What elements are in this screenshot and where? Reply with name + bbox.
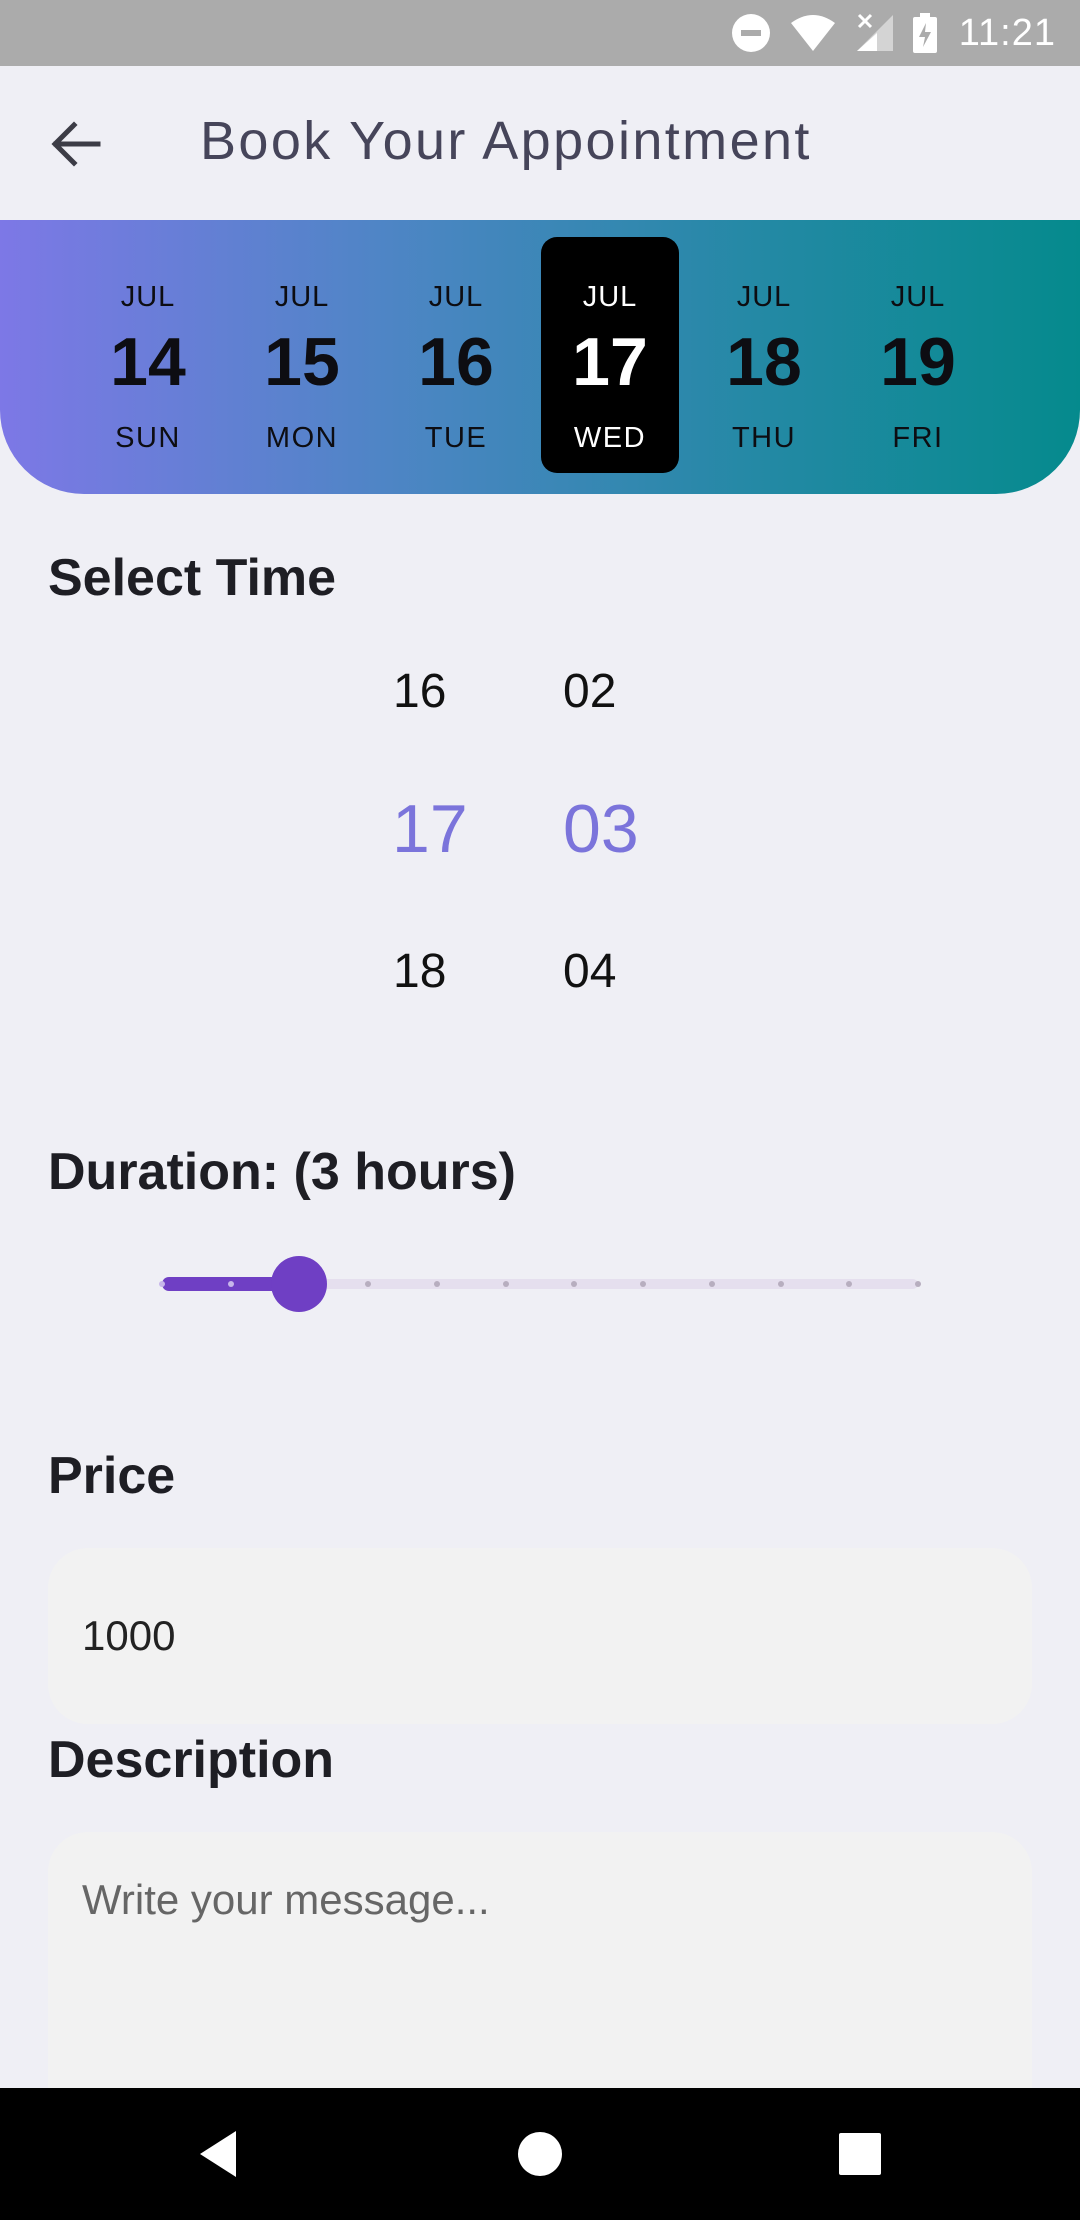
nav-recents-button[interactable] [830, 2124, 890, 2184]
date-weekday: TUE [424, 422, 488, 454]
minute-option[interactable]: 04 [563, 944, 616, 999]
hour-option[interactable]: 18 [393, 944, 446, 999]
app-bar: Book Your Appointment [0, 66, 1080, 220]
price-label: Price [48, 1447, 176, 1505]
nav-back-button[interactable] [190, 2124, 250, 2184]
select-time-label: Select Time [48, 549, 337, 607]
do-not-disturb-icon [731, 13, 771, 53]
date-day: 18 [726, 324, 802, 400]
duration-slider[interactable] [159, 1256, 921, 1312]
date-item[interactable]: JUL 19 FRI [849, 237, 987, 473]
duration-label: Duration: (3 hours) [48, 1143, 516, 1201]
navigation-bar [0, 2088, 1080, 2220]
date-day: 14 [110, 324, 186, 400]
date-weekday: WED [573, 422, 647, 454]
date-month: JUL [582, 281, 638, 313]
date-month: JUL [890, 281, 946, 313]
hour-selected[interactable]: 17 [392, 790, 468, 868]
minute-option[interactable]: 02 [563, 664, 616, 719]
status-time: 11:21 [958, 11, 1056, 54]
minute-selected[interactable]: 03 [563, 790, 639, 868]
date-day: 19 [880, 324, 956, 400]
slider-tick [915, 1281, 921, 1287]
slider-tick [433, 1281, 440, 1287]
date-month: JUL [428, 281, 484, 313]
price-field[interactable]: 1000 [48, 1548, 1032, 1724]
screen: 11:21 Book Your Appointment JUL 14 SUN J… [0, 0, 1080, 2220]
date-item[interactable]: JUL 14 SUN [79, 237, 217, 473]
description-field[interactable] [48, 1832, 1032, 2132]
slider-tick [159, 1281, 165, 1287]
arrow-left-icon [51, 121, 101, 167]
date-month: JUL [736, 281, 792, 313]
date-weekday: SUN [115, 422, 181, 454]
slider-tick [708, 1281, 715, 1287]
date-item[interactable]: JUL 15 MON [233, 237, 371, 473]
slider-tick [227, 1281, 234, 1287]
page-title: Book Your Appointment [200, 111, 812, 171]
date-weekday: THU [731, 422, 797, 454]
date-day: 16 [418, 324, 494, 400]
slider-tick [502, 1281, 509, 1287]
date-item-selected[interactable]: JUL 17 WED [541, 237, 679, 473]
date-item[interactable]: JUL 18 THU [695, 237, 833, 473]
hour-option[interactable]: 16 [393, 664, 446, 719]
description-label: Description [48, 1731, 335, 1789]
date-day: 17 [572, 324, 648, 400]
date-strip: JUL 14 SUN JUL 15 MON JUL 16 TUE JUL 17 … [0, 220, 1080, 494]
triangle-back-icon [200, 2131, 236, 2177]
date-month: JUL [274, 281, 330, 313]
square-recents-icon [839, 2133, 881, 2175]
date-day: 15 [264, 324, 340, 400]
battery-charging-icon [912, 13, 937, 53]
slider-tick [777, 1281, 784, 1287]
date-weekday: FRI [892, 422, 944, 454]
date-weekday: MON [265, 422, 339, 454]
slider-thumb[interactable] [271, 1256, 328, 1312]
no-signal-icon [855, 13, 895, 53]
date-month: JUL [120, 281, 176, 313]
status-bar: 11:21 [0, 0, 1080, 66]
circle-home-icon [518, 2132, 562, 2176]
nav-home-button[interactable] [510, 2124, 570, 2184]
wifi-icon [789, 13, 837, 53]
back-button[interactable] [44, 112, 108, 176]
date-item[interactable]: JUL 16 TUE [387, 237, 525, 473]
